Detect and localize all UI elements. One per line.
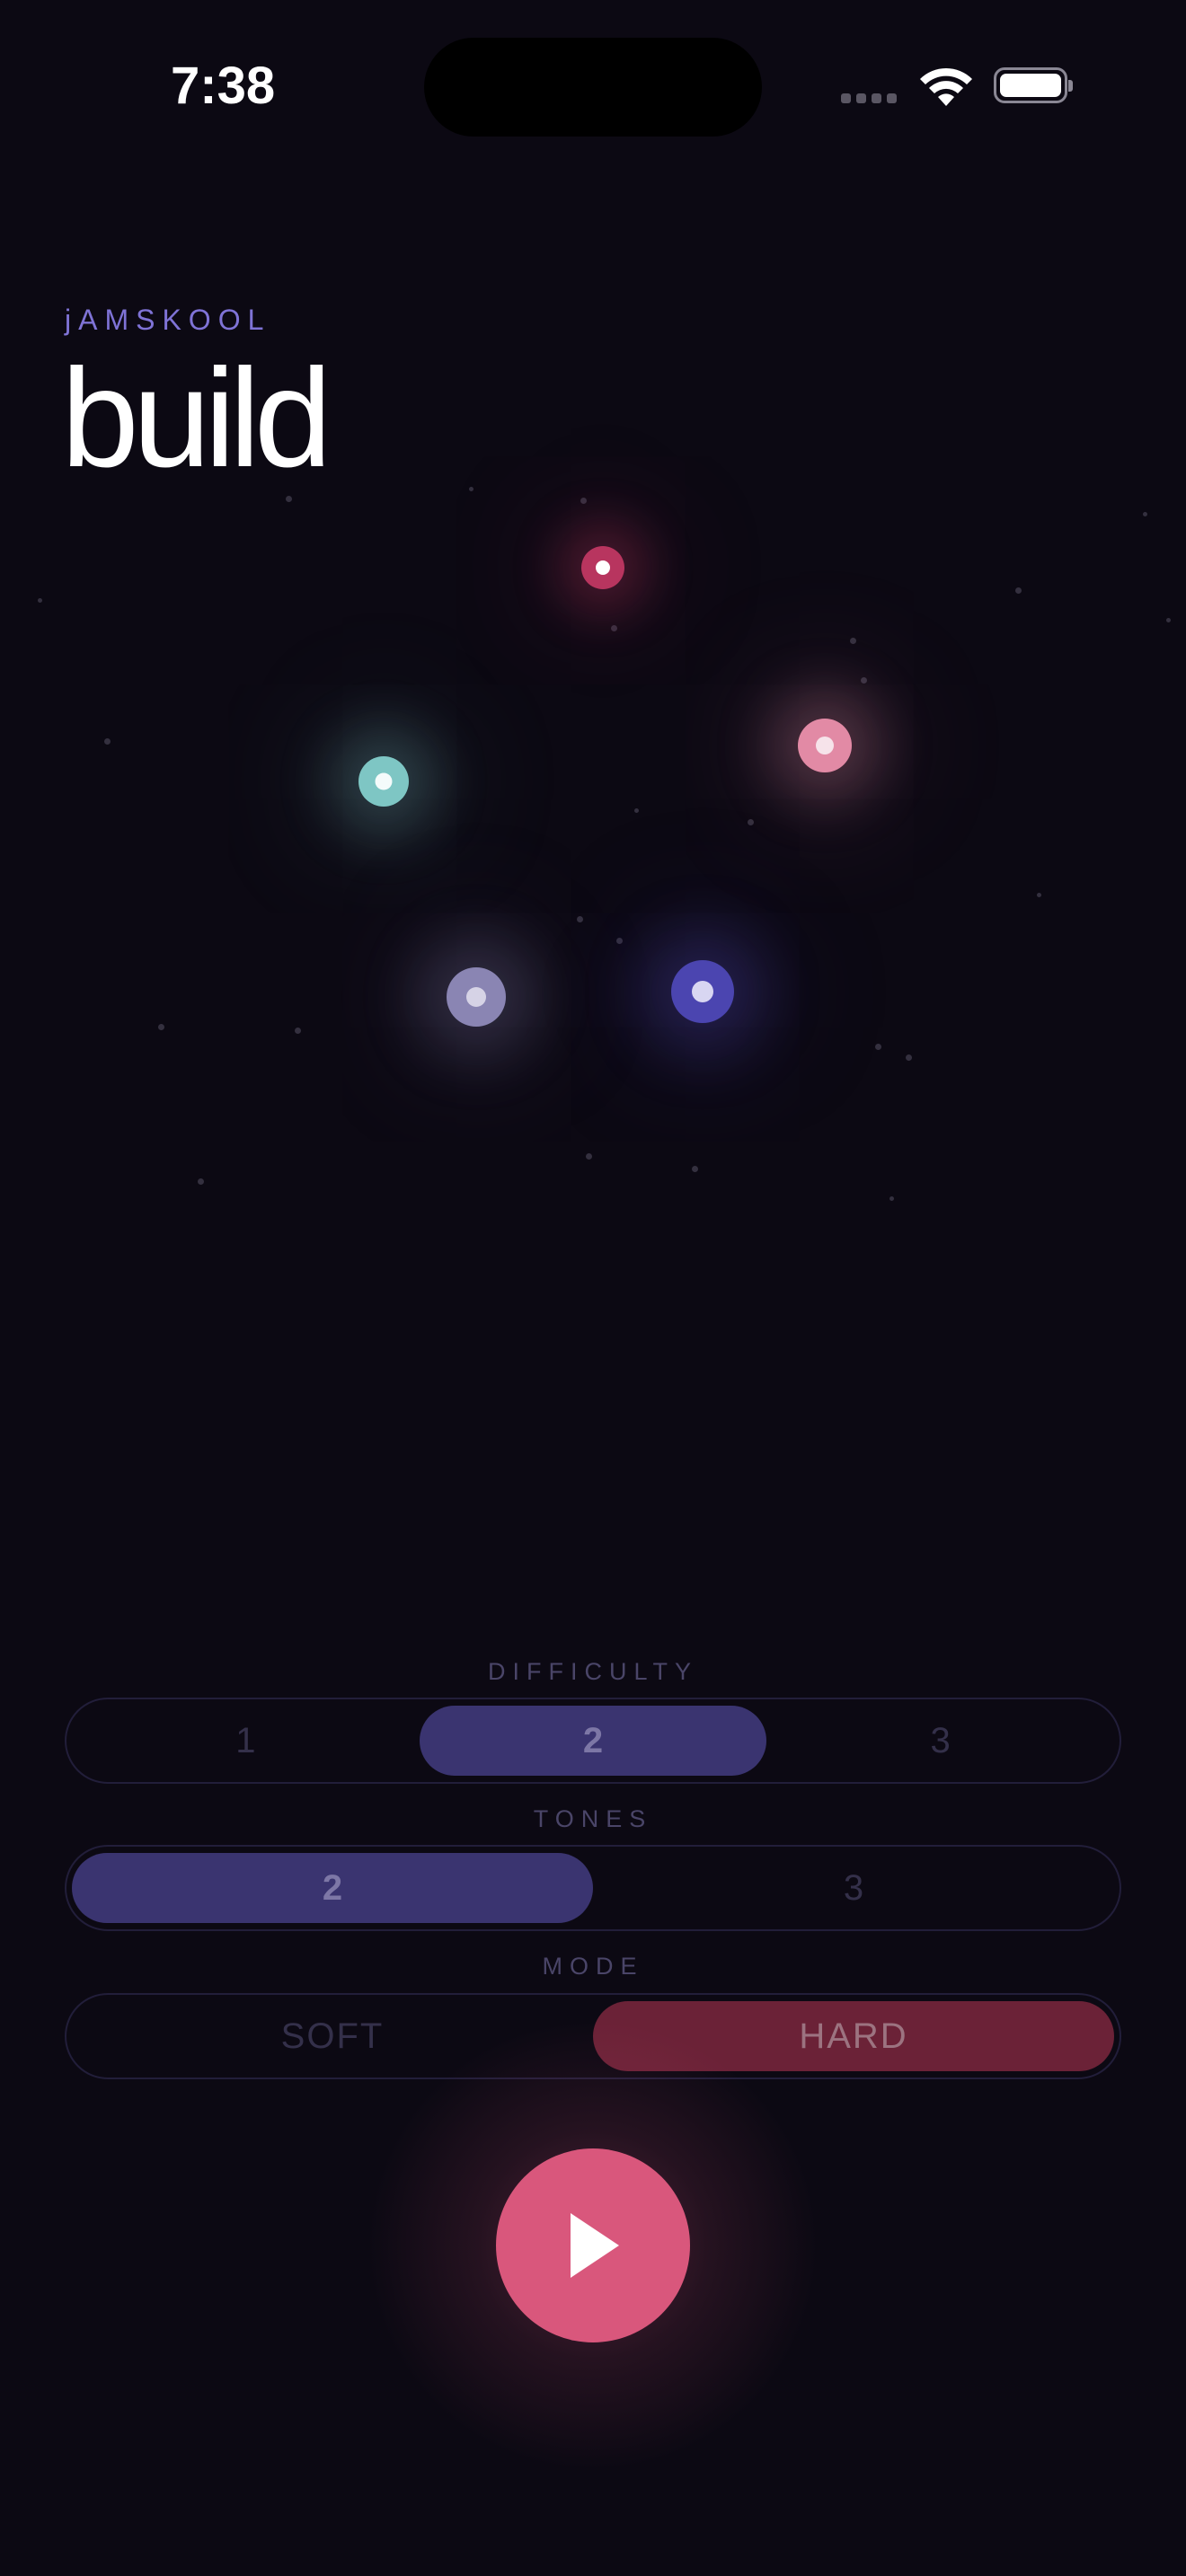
tones-option-3[interactable]: 3 <box>593 1853 1114 1923</box>
star-dot <box>577 916 583 922</box>
star-dot <box>1037 893 1041 897</box>
mode-label: MODE <box>542 1953 644 1980</box>
cellular-signal-icon <box>841 93 897 103</box>
orb-lavender[interactable] <box>447 967 506 1027</box>
orb-teal[interactable] <box>358 756 409 807</box>
star-dot <box>748 819 754 825</box>
wifi-icon <box>920 67 972 106</box>
dynamic-island <box>424 38 762 137</box>
play-button[interactable] <box>496 2148 690 2342</box>
star-dot <box>611 625 617 631</box>
star-dot <box>875 1044 881 1050</box>
orb-indigo[interactable] <box>671 960 734 1023</box>
star-dot <box>850 638 856 644</box>
brand-label: jAMSKOOL <box>65 304 271 336</box>
star-dot <box>198 1178 204 1185</box>
star-dot <box>1143 512 1147 516</box>
star-dot <box>158 1024 164 1030</box>
star-dot <box>295 1028 301 1034</box>
star-dot <box>906 1054 912 1061</box>
star-dot <box>861 677 867 684</box>
star-dot <box>38 598 42 603</box>
battery-icon <box>994 67 1073 103</box>
difficulty-option-2[interactable]: 2 <box>419 1706 767 1776</box>
star-dot <box>286 496 292 502</box>
difficulty-label: DIFFICULTY <box>488 1658 698 1685</box>
star-dot <box>580 498 587 504</box>
difficulty-option-3[interactable]: 3 <box>766 1706 1114 1776</box>
star-dot <box>634 808 639 813</box>
orb-pink[interactable] <box>798 719 852 772</box>
tones-selector: 2 3 <box>65 1845 1121 1931</box>
star-dot <box>1166 618 1171 622</box>
status-time: 7:38 <box>171 57 276 115</box>
star-dot <box>616 938 623 944</box>
star-dot <box>586 1153 592 1160</box>
star-dot <box>1015 587 1022 594</box>
orb-stage[interactable] <box>0 467 1186 1275</box>
orb-red[interactable] <box>581 546 624 589</box>
star-dot <box>104 738 111 745</box>
tones-label: TONES <box>533 1805 653 1832</box>
star-dot <box>469 487 474 491</box>
play-icon <box>571 2213 619 2278</box>
difficulty-selector: 1 2 3 <box>65 1698 1121 1784</box>
app-screen: 7:38 jAMSKOOL build DIFFICULTY 1 2 3 TON… <box>0 0 1186 2576</box>
star-dot <box>890 1196 894 1201</box>
star-dot <box>692 1166 698 1172</box>
tones-option-2[interactable]: 2 <box>72 1853 593 1923</box>
difficulty-option-1[interactable]: 1 <box>72 1706 420 1776</box>
